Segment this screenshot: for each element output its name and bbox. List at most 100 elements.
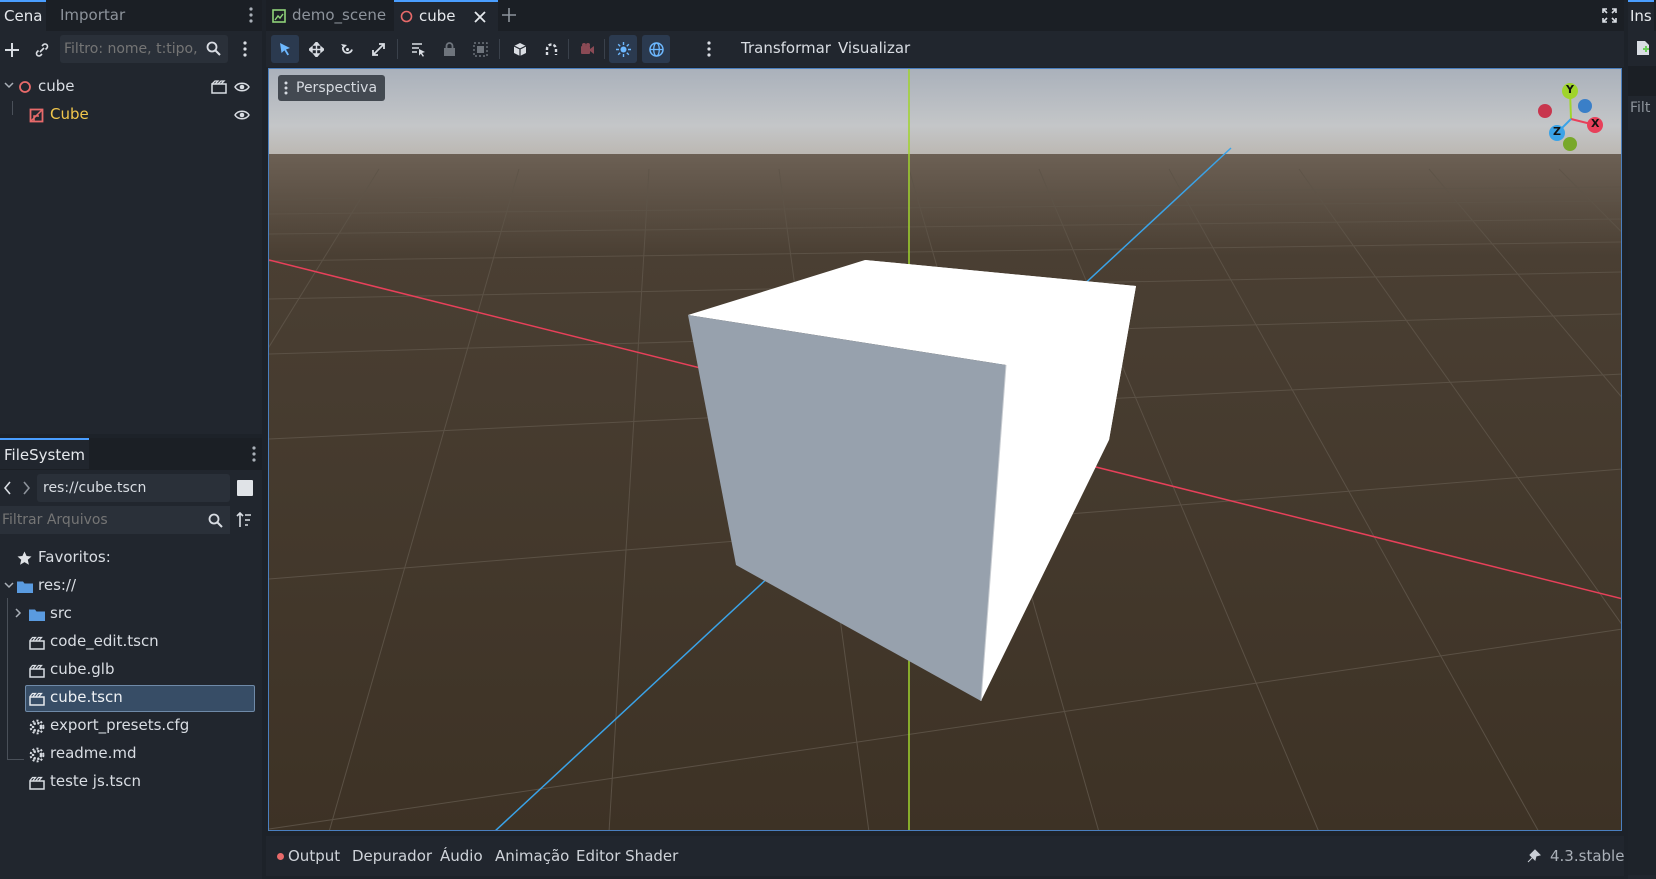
file-row-readme[interactable]: readme.md (0, 740, 258, 768)
snap-button[interactable] (537, 35, 565, 63)
select-tool-button[interactable] (271, 35, 299, 63)
inspector-dock: Ins Filt (1628, 0, 1656, 879)
chevron-down-icon[interactable] (4, 82, 14, 90)
cube-icon (513, 42, 527, 57)
viewport-toolbar: Transformar Visualizar (266, 31, 1624, 67)
magnet-icon (544, 42, 559, 57)
tab-animation[interactable]: Animação (495, 836, 569, 876)
cursor-icon (278, 42, 292, 56)
file-row-export-presets[interactable]: export_presets.cfg (0, 712, 258, 740)
tab-demo-scene[interactable]: demo_scene (272, 0, 392, 31)
view-menu[interactable]: Visualizar (838, 39, 910, 57)
chevron-right-icon[interactable] (15, 608, 23, 618)
node3d-icon (400, 10, 413, 23)
list-select-icon (411, 42, 426, 57)
tree-node-cube-mesh[interactable]: Cube (0, 101, 262, 129)
path-field[interactable] (37, 474, 230, 502)
tab-cube[interactable]: cube (394, 0, 498, 31)
open-scene-icon[interactable] (211, 80, 227, 94)
toolbar-separator (568, 39, 569, 59)
scene-file-icon (29, 664, 45, 678)
lock-button[interactable] (435, 35, 463, 63)
update-spinner-icon[interactable] (1526, 849, 1541, 864)
perspective-label: Perspectiva (296, 80, 378, 96)
sun-preview-button[interactable] (609, 35, 637, 63)
tab-cena[interactable]: Cena (0, 0, 47, 31)
gizmo-y-label: Y (1566, 83, 1574, 96)
file-filter-field[interactable] (0, 506, 230, 534)
rotate-tool-button[interactable] (333, 35, 361, 63)
viewport-3d[interactable]: Perspectiva Y X Z (268, 68, 1622, 831)
rotate-icon (340, 42, 355, 57)
favorites-label: Favoritos: (38, 548, 111, 566)
favorites-row[interactable]: Favoritos: (0, 544, 258, 572)
file-row-src[interactable]: src (0, 600, 258, 628)
inspector-tabbar: Ins (1628, 0, 1656, 31)
new-resource-icon[interactable] (1636, 40, 1650, 56)
sort-icon[interactable] (236, 512, 252, 528)
orientation-gizmo[interactable]: Y X Z (1535, 79, 1615, 151)
dock-menu-icon[interactable] (252, 446, 256, 462)
eye-icon[interactable] (234, 109, 250, 121)
tab-shader-editor[interactable]: Editor Shader (576, 836, 678, 876)
file-filter-input[interactable] (2, 509, 202, 531)
eye-icon[interactable] (234, 81, 250, 93)
res-root-row[interactable]: res:// (0, 572, 258, 600)
toolbar-menu-icon[interactable] (707, 41, 711, 57)
inspector-filter[interactable]: Filt (1630, 100, 1650, 116)
inspector-body (1628, 130, 1656, 875)
config-file-icon (29, 719, 45, 735)
add-node-icon[interactable] (2, 40, 22, 60)
mesh-instance-icon (29, 108, 44, 123)
tree-node-cube[interactable]: cube (0, 73, 262, 101)
tab-label: demo_scene (292, 6, 387, 24)
instance-scene-icon[interactable] (32, 40, 52, 60)
new-tab-icon[interactable] (502, 8, 516, 22)
scale-tool-button[interactable] (364, 35, 392, 63)
tree-node-label: Cube (50, 105, 89, 123)
toolbar-separator (499, 39, 500, 59)
chevron-down-icon[interactable] (4, 582, 14, 590)
filesystem-tabbar: FileSystem (0, 438, 262, 470)
transform-menu[interactable]: Transformar (741, 39, 831, 57)
local-space-button[interactable] (506, 35, 534, 63)
res-root-label: res:// (38, 576, 77, 594)
list-select-button[interactable] (404, 35, 432, 63)
file-row-teste-js[interactable]: teste js.tscn (0, 768, 258, 796)
kebab-icon (284, 81, 288, 95)
scene-menu-icon[interactable] (243, 41, 247, 57)
forward-icon[interactable] (22, 481, 30, 495)
move-tool-button[interactable] (302, 35, 330, 63)
file-row-cube-glb[interactable]: cube.glb (0, 656, 258, 684)
file-row-cube-tscn[interactable]: cube.tscn (0, 684, 258, 712)
path-input[interactable] (43, 477, 223, 499)
scene-filter-field[interactable] (60, 35, 228, 63)
lock-icon (443, 41, 456, 57)
environment-preview-button[interactable] (642, 35, 670, 63)
tab-inspector[interactable]: Ins (1628, 0, 1654, 31)
toolbar-separator (397, 39, 398, 59)
preview-camera-button[interactable] (573, 35, 601, 63)
close-icon[interactable] (473, 10, 486, 23)
tab-audio[interactable]: Áudio (440, 836, 483, 876)
version-label: 4.3.stable (1550, 847, 1625, 865)
dock-menu-icon[interactable] (249, 7, 253, 23)
star-icon (17, 551, 32, 566)
tab-filesystem[interactable]: FileSystem (0, 438, 90, 469)
tab-label: cube (419, 7, 456, 25)
bottom-panel-bar: Output Depurador Áudio Animação Editor S… (266, 836, 1624, 876)
globe-icon (648, 41, 664, 57)
scene-dock-tabbar: Cena Importar (0, 0, 262, 31)
tab-output[interactable]: Output (288, 836, 340, 876)
camera-icon (580, 42, 595, 56)
tab-debugger[interactable]: Depurador (352, 836, 432, 876)
distraction-free-icon[interactable] (1602, 8, 1617, 23)
gizmo-z-label: Z (1553, 125, 1561, 138)
file-row-code-edit[interactable]: code_edit.tscn (0, 628, 258, 656)
group-button[interactable] (466, 35, 494, 63)
back-icon[interactable] (4, 481, 12, 495)
toggle-split-icon[interactable] (237, 480, 253, 496)
perspective-menu-button[interactable]: Perspectiva (278, 75, 386, 101)
tab-importar[interactable]: Importar (54, 0, 131, 31)
scene-filter-input[interactable] (64, 38, 202, 60)
